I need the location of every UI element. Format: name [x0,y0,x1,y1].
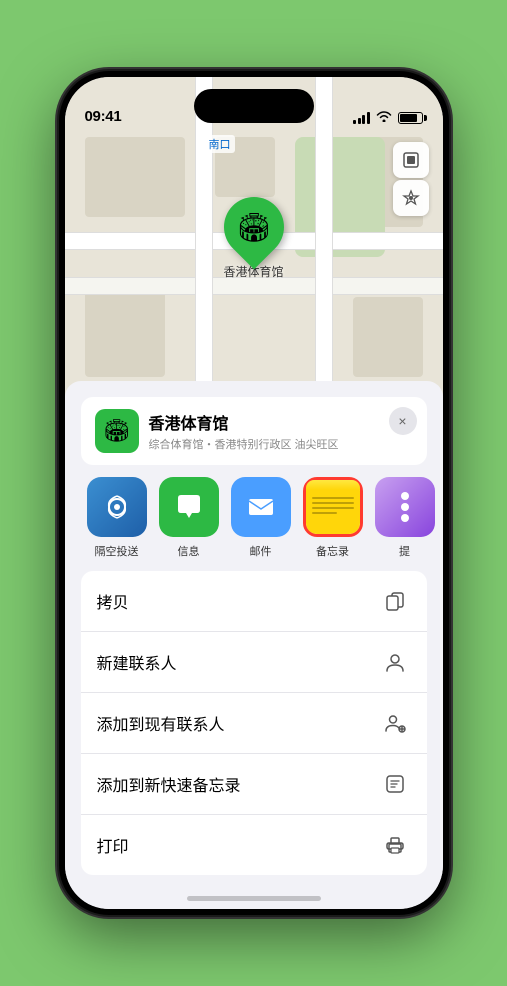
copy-icon [379,585,411,617]
location-button[interactable] [393,180,429,216]
stadium-pin: 🏟 香港体育馆 [223,197,283,280]
signal-icon [353,112,370,124]
print-icon [379,829,411,861]
mail-label: 邮件 [250,543,272,559]
menu-copy-label: 拷贝 [97,589,129,613]
home-indicator [187,896,321,901]
more-label: 提 [399,543,410,559]
actions-row: 隔空投送 信息 [65,477,443,571]
menu-item-copy[interactable]: 拷贝 [81,571,427,632]
menu-list: 拷贝 新建联系人 [81,571,427,875]
airdrop-icon [87,477,147,537]
south-entrance-label: 南口 [205,135,235,153]
menu-add-notes-label: 添加到新快速备忘录 [97,772,241,796]
action-airdrop[interactable]: 隔空投送 [81,477,153,559]
quick-note-icon [379,768,411,800]
menu-item-add-to-notes[interactable]: 添加到新快速备忘录 [81,754,427,815]
battery-icon [398,112,423,124]
notes-icon [303,477,363,537]
action-message[interactable]: 信息 [153,477,225,559]
person-add-icon [379,707,411,739]
venue-card: 🏟 香港体育馆 综合体育馆・香港特别行政区 油尖旺区 × [81,397,427,465]
airdrop-label: 隔空投送 [95,543,139,559]
close-button[interactable]: × [389,407,417,435]
action-notes[interactable]: 备忘录 [297,477,369,559]
map-controls [393,142,429,216]
more-icon [375,477,435,537]
mail-icon [231,477,291,537]
status-icons [353,110,423,125]
person-icon [379,646,411,678]
menu-item-print[interactable]: 打印 [81,815,427,875]
menu-print-label: 打印 [97,833,129,857]
phone-screen: 09:41 [65,77,443,909]
venue-info: 香港体育馆 综合体育馆・香港特别行政区 油尖旺区 [149,410,413,452]
map-layers-button[interactable] [393,142,429,178]
venue-subtitle: 综合体育馆・香港特别行政区 油尖旺区 [149,436,413,452]
message-label: 信息 [178,543,200,559]
venue-logo: 🏟 [95,409,139,453]
status-time: 09:41 [85,108,122,125]
menu-item-new-contact[interactable]: 新建联系人 [81,632,427,693]
action-mail[interactable]: 邮件 [225,477,297,559]
message-icon [159,477,219,537]
menu-new-contact-label: 新建联系人 [97,650,177,674]
menu-add-contact-label: 添加到现有联系人 [97,711,225,735]
action-more[interactable]: 提 [369,477,441,559]
menu-item-add-to-contact[interactable]: 添加到现有联系人 [81,693,427,754]
notes-label: 备忘录 [316,543,349,559]
phone-frame: 09:41 [59,71,449,915]
wifi-icon [376,110,392,125]
dynamic-island [194,89,314,123]
venue-name: 香港体育馆 [149,410,413,434]
home-indicator-area [65,875,443,909]
bottom-sheet: 🏟 香港体育馆 综合体育馆・香港特别行政区 油尖旺区 × [65,381,443,909]
